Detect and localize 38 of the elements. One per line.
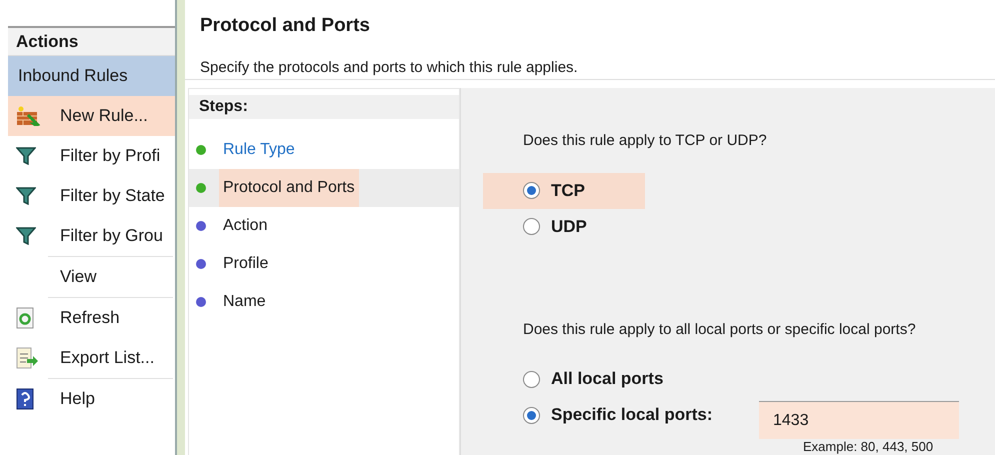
wizard-subtitle: Specify the protocols and ports to which this rule applies. bbox=[200, 58, 579, 78]
action-label: New Rule... bbox=[60, 105, 148, 128]
section-header[interactable]: Inbound Rules bbox=[8, 56, 175, 96]
radio-button[interactable] bbox=[523, 182, 540, 199]
actions-header: Actions bbox=[8, 26, 175, 56]
steps-title: Steps: bbox=[189, 95, 459, 119]
radio-option[interactable]: All local ports bbox=[523, 361, 763, 397]
radio-option[interactable]: UDP bbox=[483, 208, 645, 244]
step-item[interactable]: Profile bbox=[219, 245, 272, 283]
radio-option[interactable]: TCP bbox=[483, 172, 645, 208]
wall-icon bbox=[16, 106, 40, 126]
splitter-bar[interactable] bbox=[175, 0, 185, 455]
filter-icon bbox=[16, 187, 36, 205]
filter-icon bbox=[16, 227, 36, 245]
action-label: Filter by Profi bbox=[60, 145, 160, 168]
menu-entry[interactable]: New Rule... bbox=[8, 96, 175, 136]
wizard-title: Protocol and Ports bbox=[200, 14, 371, 38]
filter-icon bbox=[16, 147, 36, 165]
action-label: Filter by Grou bbox=[60, 225, 163, 248]
question-text: Does this rule apply to all local ports or specific local ports? bbox=[523, 320, 917, 340]
action-label: Help bbox=[60, 388, 95, 410]
action-label: Export List... bbox=[60, 347, 154, 370]
export-icon bbox=[16, 347, 38, 369]
radio-button[interactable] bbox=[523, 370, 540, 388]
example-text: Example: 80, 443, 500 bbox=[803, 438, 934, 455]
step-item[interactable]: Name bbox=[219, 283, 270, 321]
help-icon bbox=[16, 388, 34, 410]
port-input-field[interactable]: 1433 bbox=[759, 401, 959, 439]
action-label: View bbox=[60, 266, 97, 288]
action-label: Refresh bbox=[60, 307, 120, 330]
radio-button[interactable] bbox=[523, 406, 540, 424]
refresh-icon bbox=[16, 307, 34, 329]
step-item[interactable]: Action bbox=[219, 207, 272, 245]
radio-button[interactable] bbox=[523, 218, 540, 235]
step-item[interactable]: Rule Type bbox=[219, 131, 299, 169]
question-text: Does this rule apply to TCP or UDP? bbox=[523, 131, 768, 151]
step-item[interactable]: Protocol and Ports bbox=[219, 169, 359, 207]
action-label: Filter by State bbox=[60, 185, 165, 208]
